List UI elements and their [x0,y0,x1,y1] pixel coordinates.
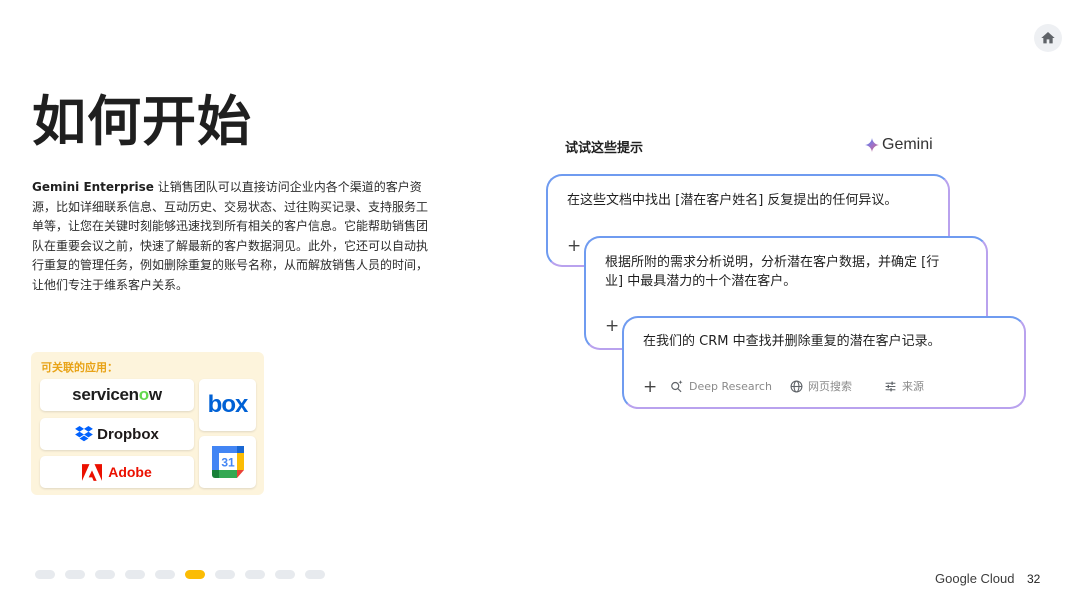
gemini-label: Gemini [882,136,933,153]
prompt-text: 在我们的 CRM 中查找并删除重复的潜在客户记录。 [643,334,941,349]
description-body: 让销售团队可以直接访问企业内各个渠道的客户资源，比如详细联系信息、互动历史、交易… [32,180,429,292]
slide-title: 如何开始 [32,90,252,153]
sources-button[interactable]: 来源 [884,378,924,394]
pagination-dot[interactable] [125,570,145,579]
servicenow-logo: servicenow [72,385,162,404]
gemini-sparkle-icon [865,138,879,152]
google-cloud-logo: Google Cloud [935,571,1015,586]
box-app-card[interactable]: box [199,379,256,431]
deep-research-label: Deep Research [689,379,772,393]
prompt-card[interactable]: 在我们的 CRM 中查找并删除重复的潜在客户记录。 + Deep Researc… [622,316,1026,409]
pagination-dot[interactable] [275,570,295,579]
servicenow-app-card[interactable]: servicenow [40,379,194,411]
globe-icon [790,380,803,392]
calendar-day: 31 [221,456,235,470]
apps-label: 可关联的应用： [41,361,118,374]
prompt-text: 在这些文档中找出 [潜在客户姓名] 反复提出的任何异议。 [567,193,898,208]
pagination-dot[interactable] [35,570,55,579]
pagination-dot[interactable] [305,570,325,579]
home-icon [1041,32,1055,44]
pagination-dot[interactable] [95,570,115,579]
google-calendar-icon: 31 [211,446,244,478]
dropbox-label: Dropbox [97,425,159,443]
deep-research-icon [671,380,683,393]
gemini-brand: Gemini [865,136,933,154]
adobe-label: Adobe [108,464,152,480]
sliders-icon [885,381,896,391]
dropbox-app-card[interactable]: Dropbox [40,418,194,450]
web-search-button[interactable]: 网页搜索 [790,378,852,394]
add-button[interactable]: + [643,379,657,396]
sources-label: 来源 [901,380,924,393]
prompts-heading: 试试这些提示 [565,141,644,156]
google-calendar-app-card[interactable]: 31 [199,436,256,488]
description-brand: Gemini Enterprise [32,180,154,194]
slide-description: Gemini Enterprise 让销售团队可以直接访问企业内各个渠道的客户资… [32,178,434,295]
connectable-apps-panel: 可关联的应用： servicenow Dropbox Adobe box 31 [31,352,264,495]
pagination-dot[interactable] [155,570,175,579]
box-logo: box [207,391,249,418]
pagination-dot-active[interactable] [185,570,205,579]
pagination-dot[interactable] [245,570,265,579]
adobe-app-card[interactable]: Adobe [40,456,194,488]
prompt-text: 根据所附的需求分析说明，分析潜在客户数据，并确定 [行业] 中最具潜力的十个潜在… [605,255,940,289]
add-button[interactable]: + [605,318,619,335]
page-number: 32 [1027,572,1041,586]
web-search-label: 网页搜索 [807,380,852,393]
adobe-icon [82,463,103,481]
prompt-toolbar: Deep Research 网页搜索 来源 [670,378,924,394]
slide-pagination [35,570,335,579]
home-button[interactable] [1034,24,1062,52]
add-button[interactable]: + [567,238,581,255]
deep-research-button[interactable]: Deep Research [670,379,772,393]
dropbox-icon [75,426,94,442]
pagination-dot[interactable] [215,570,235,579]
pagination-dot[interactable] [65,570,85,579]
